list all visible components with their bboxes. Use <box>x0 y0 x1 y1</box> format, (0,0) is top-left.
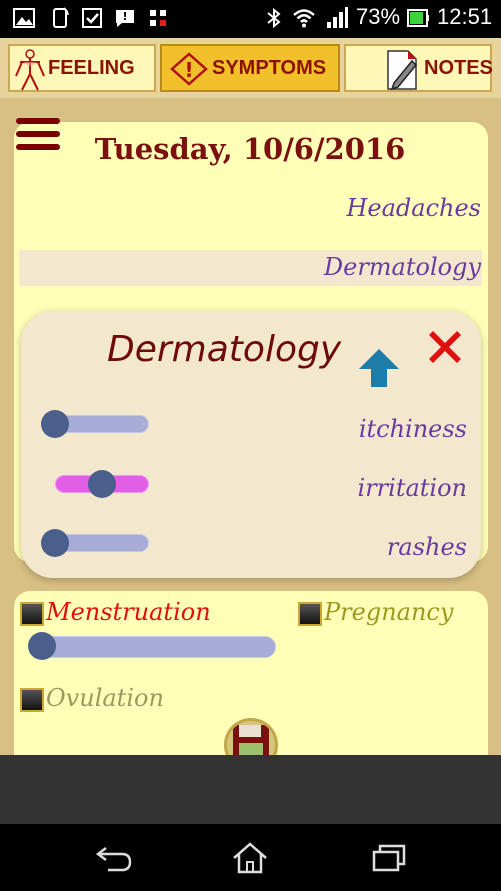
category-dermatology[interactable]: Dermatology <box>324 253 481 281</box>
pregnancy-label: Pregnancy <box>324 598 454 626</box>
dialog-title: Dermatology <box>107 329 342 370</box>
gallery-icon <box>13 8 35 28</box>
checkbox-icon <box>82 8 102 28</box>
dermatology-dialog: Dermatology itchiness irritation rashes <box>21 311 481 578</box>
arrow-up-icon[interactable] <box>357 347 401 389</box>
recent-apps-icon[interactable] <box>366 838 410 878</box>
back-icon[interactable] <box>92 838 136 878</box>
svg-text:!: ! <box>122 10 127 23</box>
close-icon[interactable] <box>423 325 467 369</box>
page-title: Tuesday, 10/6/2016 <box>94 132 406 166</box>
ovulation-checkbox[interactable] <box>20 688 44 712</box>
menstruation-slider-knob[interactable] <box>28 632 56 660</box>
network-crossed-icon <box>150 10 166 26</box>
tab-feeling[interactable]: FEELING <box>8 44 156 92</box>
signal-icon <box>327 7 348 28</box>
tab-bar: FEELING ! SYMPTOMS NOTES <box>0 38 501 98</box>
battery-percent: 73% <box>356 4 401 29</box>
category-headaches[interactable]: Headaches <box>346 194 481 222</box>
body-figure-icon <box>15 49 45 91</box>
battery-icon <box>407 9 429 27</box>
clock: 12:51 <box>437 4 493 29</box>
irritation-slider-knob[interactable] <box>88 470 116 498</box>
menstruation-slider[interactable] <box>30 636 276 658</box>
tab-symptoms[interactable]: ! SYMPTOMS <box>160 44 340 92</box>
menstruation-label: Menstruation <box>46 598 211 626</box>
pregnancy-checkbox[interactable] <box>298 602 322 626</box>
menstruation-checkbox[interactable] <box>20 602 44 626</box>
rashes-slider-knob[interactable] <box>41 529 69 557</box>
home-icon[interactable] <box>228 838 272 878</box>
itchiness-slider-knob[interactable] <box>41 410 69 438</box>
svg-text:!: ! <box>184 58 193 82</box>
pencil-note-icon <box>387 50 418 91</box>
warning-icon: ! <box>170 52 208 86</box>
tab-symptoms-label: SYMPTOMS <box>212 57 327 79</box>
bluetooth-icon <box>267 7 281 29</box>
menu-icon[interactable] <box>16 118 60 152</box>
wifi-icon <box>293 9 315 28</box>
bottom-band <box>0 755 501 824</box>
tab-notes-label: NOTES <box>424 57 493 79</box>
message-icon: ! <box>116 10 134 27</box>
tab-notes[interactable]: NOTES <box>344 44 493 92</box>
status-bar: ! 73% 12:51 <box>0 0 501 38</box>
navigation-bar <box>0 824 501 891</box>
ovulation-label: Ovulation <box>46 684 164 712</box>
symptom-itchiness: itchiness <box>358 415 467 443</box>
symptom-irritation: irritation <box>357 474 467 502</box>
phone-screen-icon <box>53 7 69 28</box>
tab-feeling-label: FEELING <box>48 57 135 79</box>
symptom-rashes: rashes <box>386 533 467 561</box>
